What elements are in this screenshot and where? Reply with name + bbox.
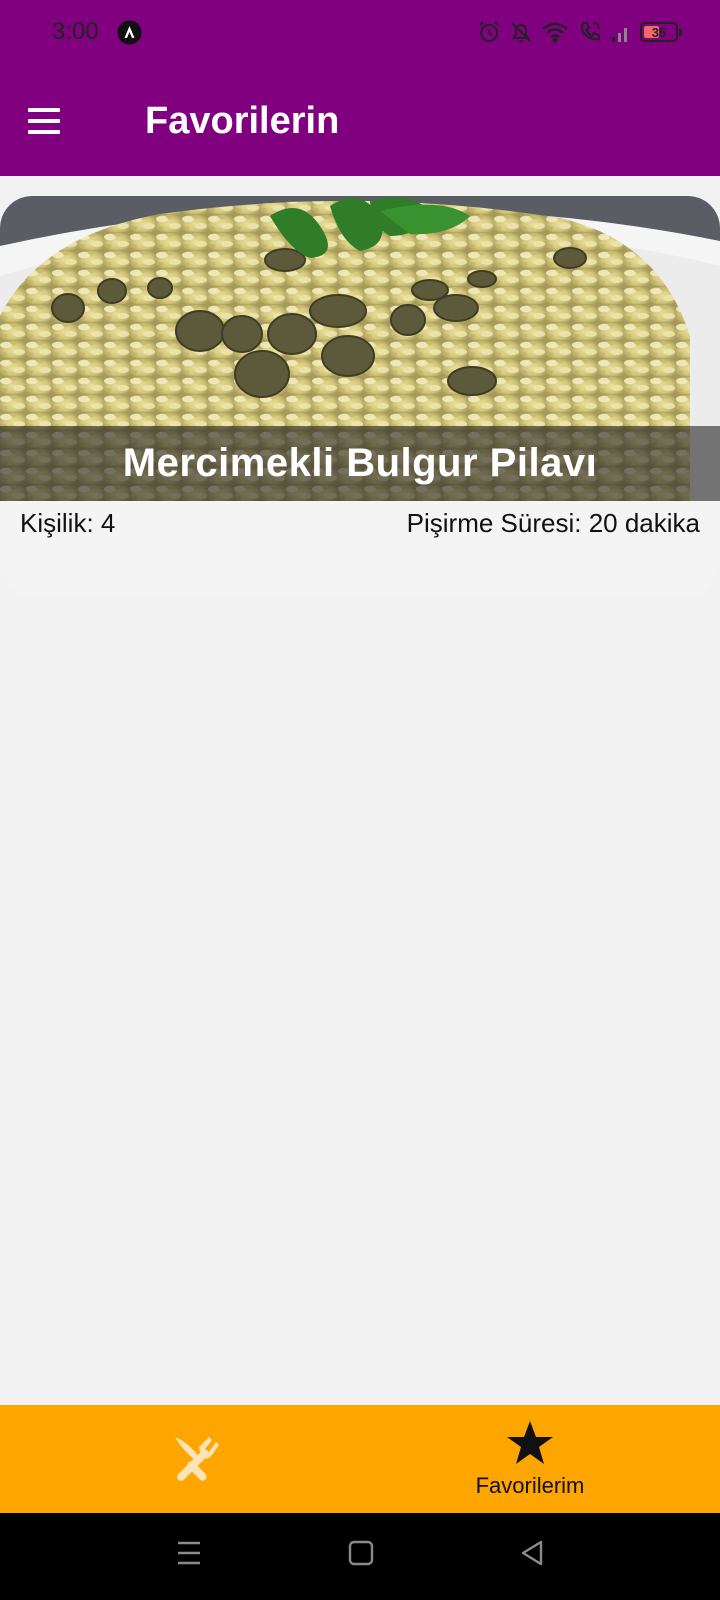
star-icon [506,1420,554,1471]
status-bar: 3:00 35 [0,0,720,66]
status-icons: 35 [477,18,682,46]
system-navigation-bar [0,1513,720,1600]
tab-favorites[interactable]: Favorilerim [440,1405,620,1513]
app-bar: Favorilerin [0,66,720,176]
wifi-call-icon [578,20,602,44]
tab-favorites-label: Favorilerim [475,1472,585,1498]
recent-apps-icon[interactable] [176,1539,202,1572]
back-icon[interactable] [519,1539,545,1572]
fork-knife-icon [169,1431,221,1488]
recipe-meta: Kişilik: 4 Pişirme Süresi: 20 dakika [20,508,700,539]
battery-icon: 35 [640,22,682,42]
app-notification-icon [117,20,142,45]
recipe-servings: Kişilik: 4 [20,508,116,538]
battery-level: 35 [651,24,667,40]
status-time: 3:00 [52,18,99,45]
recipe-card[interactable]: Mercimekli Bulgur Pilavı Kişilik: 4 Pişi… [0,196,720,596]
menu-icon[interactable] [24,104,64,138]
bottom-tab-bar: Favorilerim [0,1405,720,1513]
recipe-title: Mercimekli Bulgur Pilavı [122,441,598,485]
recipe-title-overlay: Mercimekli Bulgur Pilavı [0,426,720,501]
page-title: Favorilerin [145,100,340,142]
tab-recipes[interactable] [140,1405,250,1513]
recipe-image: Mercimekli Bulgur Pilavı [0,196,720,501]
mute-bell-icon [510,20,532,44]
recipe-cook-time: Pişirme Süresi: 20 dakika [406,508,700,538]
wifi-icon [541,21,569,43]
signal-icon [611,21,631,43]
alarm-icon [477,20,501,44]
home-icon[interactable] [348,1539,374,1572]
